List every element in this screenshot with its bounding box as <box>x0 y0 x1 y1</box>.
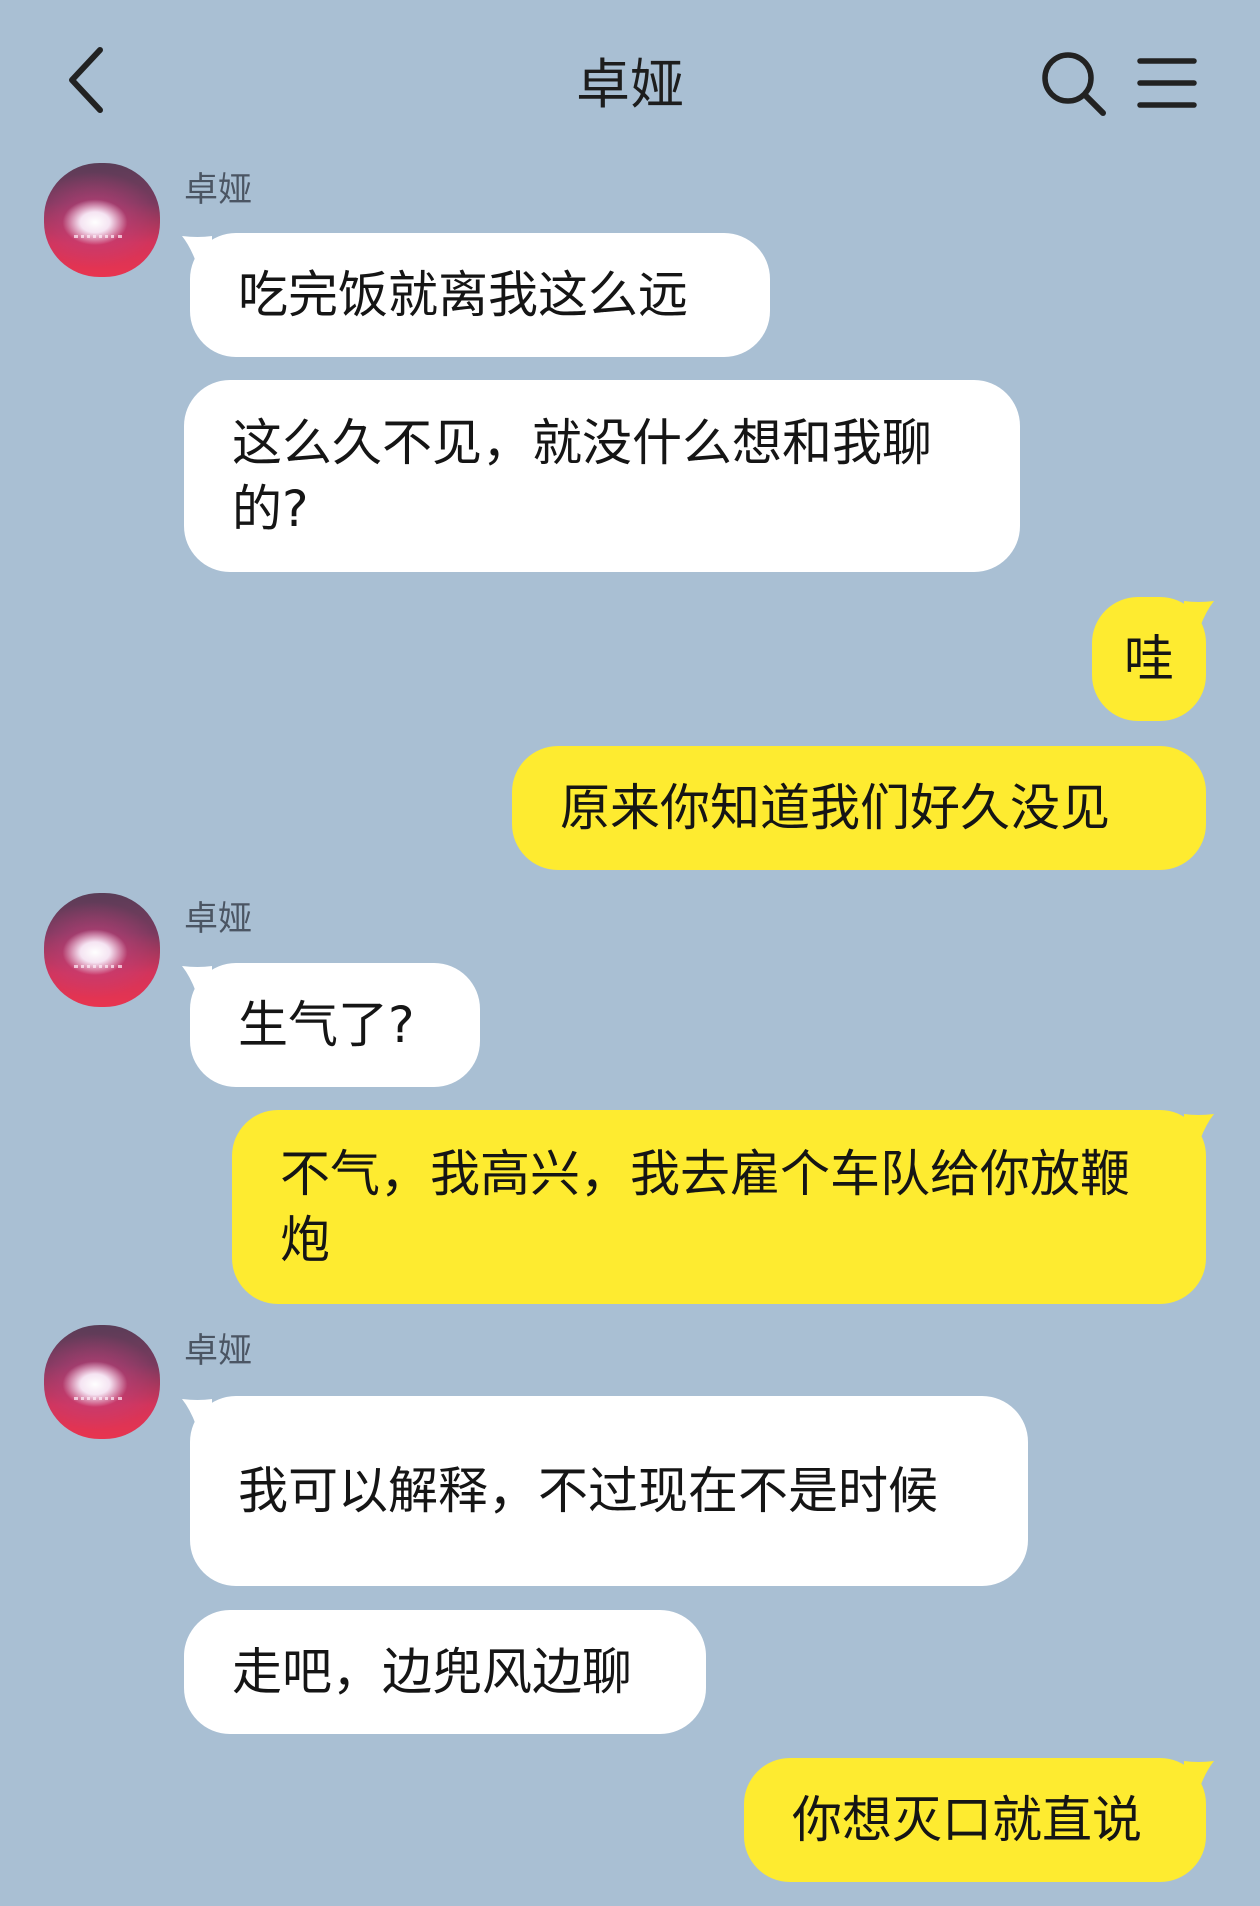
incoming-message[interactable]: 这么久不见，就没什么想和我聊的? <box>184 380 1020 572</box>
menu-button[interactable] <box>1136 55 1198 111</box>
incoming-message[interactable]: 走吧，边兜风边聊 <box>184 1610 706 1734</box>
contact-avatar[interactable] <box>44 893 160 1007</box>
search-button[interactable] <box>1040 50 1108 118</box>
message-text: 走吧，边兜风边聊 <box>232 1643 632 1701</box>
outgoing-message[interactable]: 哇 <box>1092 597 1206 721</box>
outgoing-message[interactable]: 你想灭口就直说 <box>744 1758 1206 1882</box>
chat-header: 卓娅 <box>0 0 1260 165</box>
message-text: 这么久不见，就没什么想和我聊的? <box>232 414 932 538</box>
message-text: 生气了? <box>238 996 415 1054</box>
contact-avatar[interactable] <box>44 1325 160 1439</box>
incoming-message[interactable]: 我可以解释，不过现在不是时候 <box>190 1396 1028 1586</box>
message-text: 我可以解释，不过现在不是时候 <box>238 1462 938 1520</box>
message-text: 不气，我高兴，我去雇个车队给你放鞭炮 <box>280 1145 1130 1269</box>
sender-name: 卓娅 <box>184 899 252 939</box>
search-icon <box>1042 52 1106 116</box>
incoming-message[interactable]: 吃完饭就离我这么远 <box>190 233 770 357</box>
message-text: 你想灭口就直说 <box>792 1791 1142 1849</box>
message-text: 吃完饭就离我这么远 <box>238 266 688 324</box>
message-text: 哇 <box>1124 630 1174 688</box>
hamburger-menu-icon <box>1137 58 1197 108</box>
outgoing-message[interactable]: 原来你知道我们好久没见 <box>512 746 1206 870</box>
contact-avatar[interactable] <box>44 163 160 277</box>
incoming-message[interactable]: 生气了? <box>190 963 480 1087</box>
sender-name: 卓娅 <box>184 170 252 210</box>
message-text: 原来你知道我们好久没见 <box>560 779 1110 837</box>
sender-name: 卓娅 <box>184 1331 252 1371</box>
outgoing-message[interactable]: 不气，我高兴，我去雇个车队给你放鞭炮 <box>232 1110 1206 1304</box>
